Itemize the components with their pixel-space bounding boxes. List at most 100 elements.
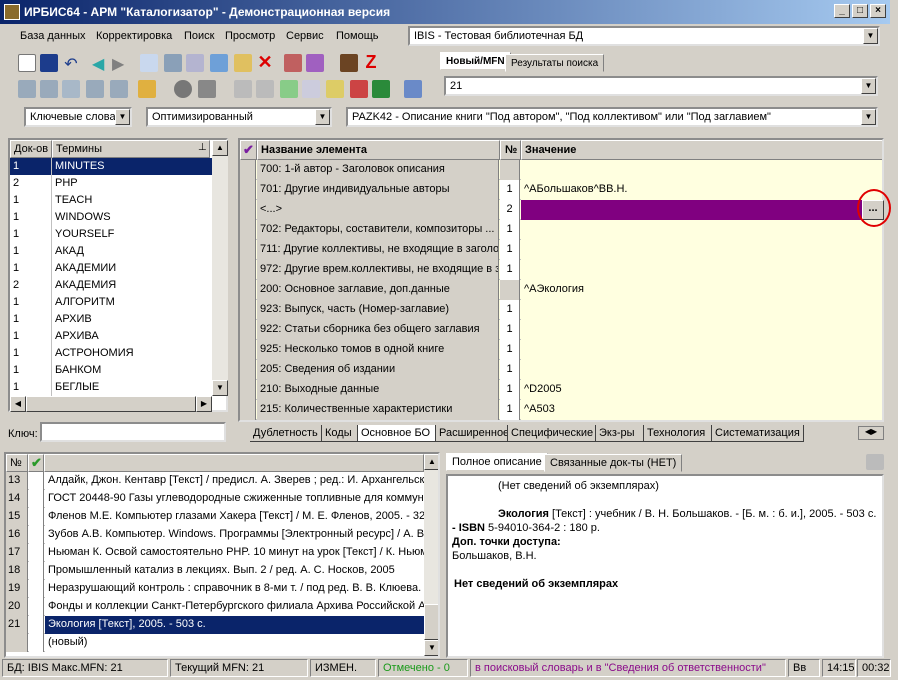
editor-field-row[interactable]: 701: Другие индивидуальные авторы 1 ^AБоль…: [240, 180, 882, 200]
menu-edit[interactable]: Корректировка: [96, 30, 172, 42]
record-row[interactable]: 21 Экология [Текст], 2005. - 503 с.: [6, 616, 424, 634]
pin-icon[interactable]: ⊥: [198, 142, 207, 153]
editor-field-row[interactable]: 922: Статьи сборника без общего заглавия…: [240, 320, 882, 340]
editor-field-row[interactable]: 711: Другие коллективы, не входящие в за…: [240, 240, 882, 260]
record-checkbox[interactable]: [29, 580, 44, 598]
page-tab[interactable]: Систематизация: [712, 425, 804, 442]
page-tab[interactable]: Экз-ры: [596, 425, 644, 442]
field-value[interactable]: [521, 240, 882, 260]
row-selector[interactable]: [240, 200, 256, 220]
record-checkbox[interactable]: [29, 472, 44, 490]
dictionary-row[interactable]: 1 АЛГОРИТМ: [10, 294, 212, 311]
minimize-button[interactable]: _: [834, 4, 850, 18]
scroll-down-icon[interactable]: ▼: [212, 380, 228, 396]
editor-field-row[interactable]: 205: Сведения об издании 1: [240, 360, 882, 380]
comment-icon[interactable]: [86, 80, 104, 98]
grid-icon[interactable]: [164, 54, 182, 72]
tab-scroll-icon[interactable]: ◀▶: [858, 426, 884, 440]
row-selector[interactable]: [240, 380, 256, 400]
dictionary-row[interactable]: 1 WINDOWS: [10, 209, 212, 226]
tab-new-mfn[interactable]: Новый/MFN: [440, 52, 511, 70]
col-number[interactable]: №: [500, 140, 521, 160]
menu-view[interactable]: Просмотр: [225, 30, 275, 42]
key-input[interactable]: [40, 422, 226, 442]
editor-field-row[interactable]: 702: Редакторы, составители, композиторы…: [240, 220, 882, 240]
close-button[interactable]: ×: [870, 4, 886, 18]
record-row[interactable]: 18 Промышленный катализ в лекциях. Вып. 2…: [6, 562, 424, 580]
check-all-icon[interactable]: ✔: [240, 140, 257, 160]
field-value[interactable]: [521, 360, 882, 380]
editor-field-row[interactable]: 972: Другие врем.коллективы, не входящие…: [240, 260, 882, 280]
row-selector[interactable]: [240, 300, 256, 320]
row-selector[interactable]: [240, 340, 256, 360]
dictionary-row[interactable]: 1 АКАД: [10, 243, 212, 260]
print-list-icon[interactable]: [234, 80, 252, 98]
field-value[interactable]: [521, 320, 882, 340]
hscroll-thumb[interactable]: [26, 396, 196, 412]
dictionary-row[interactable]: 1 БЕГЛЫЕ: [10, 379, 212, 396]
dictionary-col-docs[interactable]: Док-ов: [10, 140, 52, 158]
row-selector[interactable]: [240, 260, 256, 280]
dictionary-row[interactable]: 1 АСТРОНОМИЯ: [10, 345, 212, 362]
record-checkbox[interactable]: [29, 508, 44, 526]
chevron-down-icon[interactable]: ▼: [861, 78, 876, 94]
record-row[interactable]: (новый): [6, 634, 424, 652]
view-icon[interactable]: [174, 80, 192, 98]
dictionary-hscrollbar[interactable]: ◀ ▶: [10, 396, 212, 412]
copy-icon[interactable]: [198, 80, 216, 98]
col-value[interactable]: Значение: [521, 140, 882, 160]
search-mode-select[interactable]: Ключевые слова ▼: [24, 107, 132, 127]
tab-search-results[interactable]: Результаты поиска: [505, 54, 605, 72]
row-selector[interactable]: [240, 360, 256, 380]
print-cards-icon[interactable]: [256, 80, 274, 98]
optimize-select[interactable]: Оптимизированный ▼: [146, 107, 332, 127]
scroll-left-icon[interactable]: ◀: [10, 396, 26, 412]
dictionary-col-terms[interactable]: Термины: [52, 140, 210, 158]
database-select[interactable]: IBIS - Тестовая библиотечная БД ▼: [408, 26, 880, 46]
chart-icon[interactable]: [350, 80, 368, 98]
mail-icon[interactable]: [62, 80, 80, 98]
row-selector[interactable]: [240, 180, 256, 200]
row-selector[interactable]: [240, 220, 256, 240]
record-checkbox[interactable]: [29, 544, 44, 562]
dictionary-row[interactable]: 2 АКАДЕМИЯ: [10, 277, 212, 294]
editor-field-row[interactable]: 925: Несколько томов в одной книге 1: [240, 340, 882, 360]
dictionary-row[interactable]: 2 PHP: [10, 175, 212, 192]
help-icon[interactable]: [404, 80, 422, 98]
import-icon[interactable]: [306, 54, 324, 72]
record-row[interactable]: 14 ГОСТ 20448-90 Газы углеводородные сжиж…: [6, 490, 424, 508]
field-value[interactable]: ^AЭкология: [521, 280, 882, 300]
page-tab[interactable]: Дублетность: [250, 425, 322, 442]
record-checkbox[interactable]: [29, 634, 44, 652]
menu-help[interactable]: Помощь: [336, 30, 379, 42]
record-row[interactable]: 13 Алдайк, Джон. Кентавр [Текст] / предис…: [6, 472, 424, 490]
mfn-input[interactable]: 21 ▼: [444, 76, 878, 96]
page-tab[interactable]: Расширенное: [436, 425, 508, 442]
document-icon[interactable]: [302, 80, 320, 98]
record-row[interactable]: 15 Фленов М.Е. Компьютер глазами Хакера […: [6, 508, 424, 526]
record-row[interactable]: 20 Фонды и коллекции Санкт-Петербургского…: [6, 598, 424, 616]
prev-record-icon[interactable]: ◀: [92, 54, 110, 73]
chevron-down-icon[interactable]: ▼: [861, 109, 876, 125]
row-selector[interactable]: [240, 160, 256, 180]
next-record-icon[interactable]: ▶: [112, 54, 130, 73]
tree-icon[interactable]: [210, 54, 228, 72]
link-icon[interactable]: [110, 80, 128, 98]
page-tab[interactable]: Специфические: [508, 425, 596, 442]
dictionary-row[interactable]: 1 АРХИВА: [10, 328, 212, 345]
page-tab[interactable]: Основное БО: [358, 425, 436, 442]
field-value[interactable]: ^D2005: [521, 380, 882, 400]
editor-field-row[interactable]: 215: Количественные характеристики 1 ^A503: [240, 400, 882, 420]
dictionary-row[interactable]: 1 YOURSELF: [10, 226, 212, 243]
print-icon[interactable]: [186, 54, 204, 72]
marker-icon[interactable]: [138, 80, 156, 98]
chevron-down-icon[interactable]: ▼: [115, 109, 130, 125]
menu-search[interactable]: Поиск: [184, 30, 214, 42]
field-value[interactable]: [521, 200, 882, 220]
tab-full-description[interactable]: Полное описание: [446, 453, 548, 471]
record-checkbox[interactable]: [29, 526, 44, 544]
editor-field-row[interactable]: 200: Основное заглавие, доп.данные ^AЭкол…: [240, 280, 882, 300]
z3950-icon[interactable]: Z: [362, 52, 380, 72]
dictionary-row[interactable]: 1 БАНКОМ: [10, 362, 212, 379]
dictionary-row[interactable]: 1 TEACH: [10, 192, 212, 209]
